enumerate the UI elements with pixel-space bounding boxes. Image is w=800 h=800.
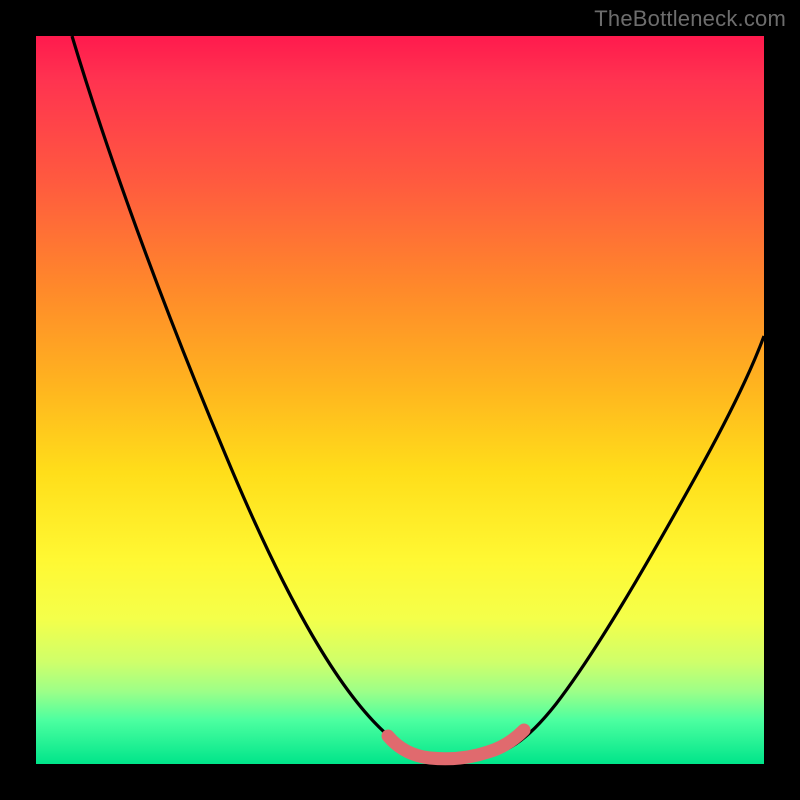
highlight-segment [388, 730, 524, 759]
plot-area [36, 36, 764, 764]
curve-layer [36, 36, 764, 764]
watermark-text: TheBottleneck.com [594, 6, 786, 32]
chart-frame: TheBottleneck.com [0, 0, 800, 800]
bottleneck-curve [72, 36, 764, 759]
